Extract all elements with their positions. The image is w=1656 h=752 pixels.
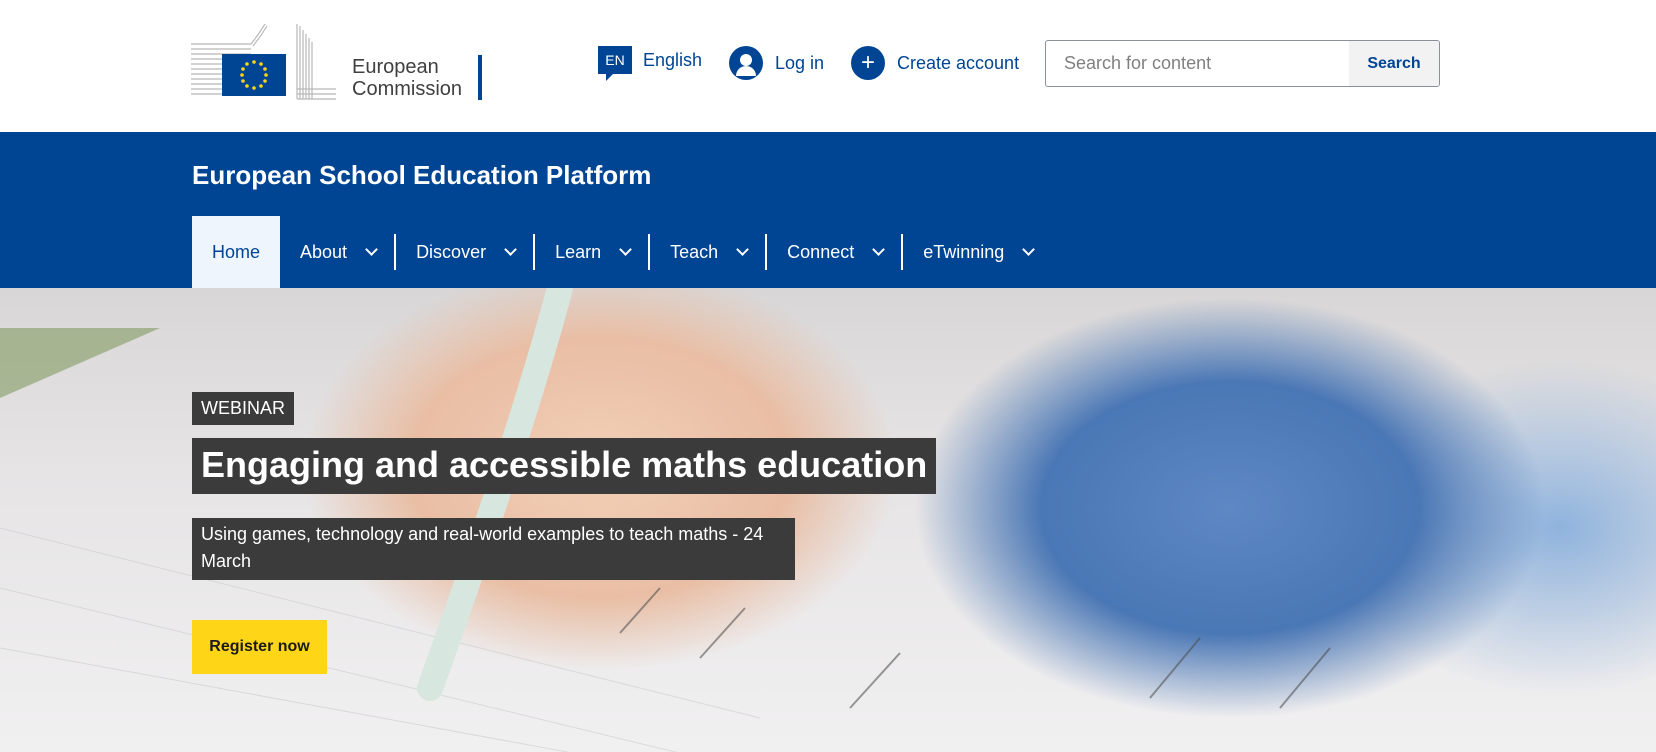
nav-item-discover[interactable]: Discover xyxy=(396,216,536,288)
nav-item-connect[interactable]: Connect xyxy=(767,216,904,288)
top-header: European Commission EN English Log in + … xyxy=(0,0,1656,132)
chevron-down-icon[interactable] xyxy=(504,243,517,256)
language-selector[interactable]: EN English xyxy=(598,46,703,81)
content-type-badge: WEBINAR xyxy=(192,392,295,425)
hero-banner: WEBINAR Engaging and accessible maths ed… xyxy=(0,288,1656,752)
main-nav: Home About Discover Learn Teach Connect xyxy=(192,216,1053,288)
chevron-down-icon[interactable] xyxy=(619,243,632,256)
nav-label: Home xyxy=(212,241,261,262)
search-input[interactable] xyxy=(1046,41,1349,86)
nav-item-home[interactable]: Home xyxy=(192,216,281,288)
login-label: Log in xyxy=(775,52,825,73)
hero-subtitle: Using games, technology and real-world e… xyxy=(192,518,795,580)
site-title[interactable]: European School Education Platform xyxy=(192,160,651,191)
create-account-label: Create account xyxy=(897,52,1020,73)
nav-label: Connect xyxy=(787,241,855,262)
nav-label: About xyxy=(300,241,348,262)
chevron-down-icon[interactable] xyxy=(1022,243,1036,256)
nav-item-learn[interactable]: Learn xyxy=(535,216,651,288)
chevron-down-icon[interactable] xyxy=(736,243,750,256)
search-button[interactable]: Search xyxy=(1349,41,1439,86)
language-icon: EN xyxy=(598,46,632,81)
nav-item-etwinning[interactable]: eTwinning xyxy=(903,216,1053,288)
nav-label: Teach xyxy=(670,241,719,262)
nav-item-teach[interactable]: Teach xyxy=(650,216,768,288)
logo-line-2: Commission xyxy=(352,78,463,100)
logo-line-1: European xyxy=(352,56,439,78)
chevron-down-icon[interactable] xyxy=(365,243,378,256)
logo-wordmark: European Commission xyxy=(352,56,462,100)
nav-label: Discover xyxy=(416,241,487,262)
hero-headline[interactable]: Engaging and accessible maths education xyxy=(192,438,937,494)
user-icon xyxy=(729,46,763,80)
chevron-down-icon[interactable] xyxy=(872,243,886,256)
nav-item-about[interactable]: About xyxy=(280,216,397,288)
login-link[interactable]: Log in xyxy=(729,46,824,80)
language-label: English xyxy=(643,49,703,70)
logo-divider xyxy=(478,55,482,100)
register-now-button[interactable]: Register now xyxy=(192,620,327,674)
site-header-band: European School Education Platform Home … xyxy=(0,132,1656,288)
search-box: Search xyxy=(1045,40,1440,87)
nav-label: Learn xyxy=(555,241,602,262)
nav-label: eTwinning xyxy=(923,241,1005,262)
create-account-link[interactable]: + Create account xyxy=(851,46,1019,80)
plus-icon: + xyxy=(851,46,885,80)
